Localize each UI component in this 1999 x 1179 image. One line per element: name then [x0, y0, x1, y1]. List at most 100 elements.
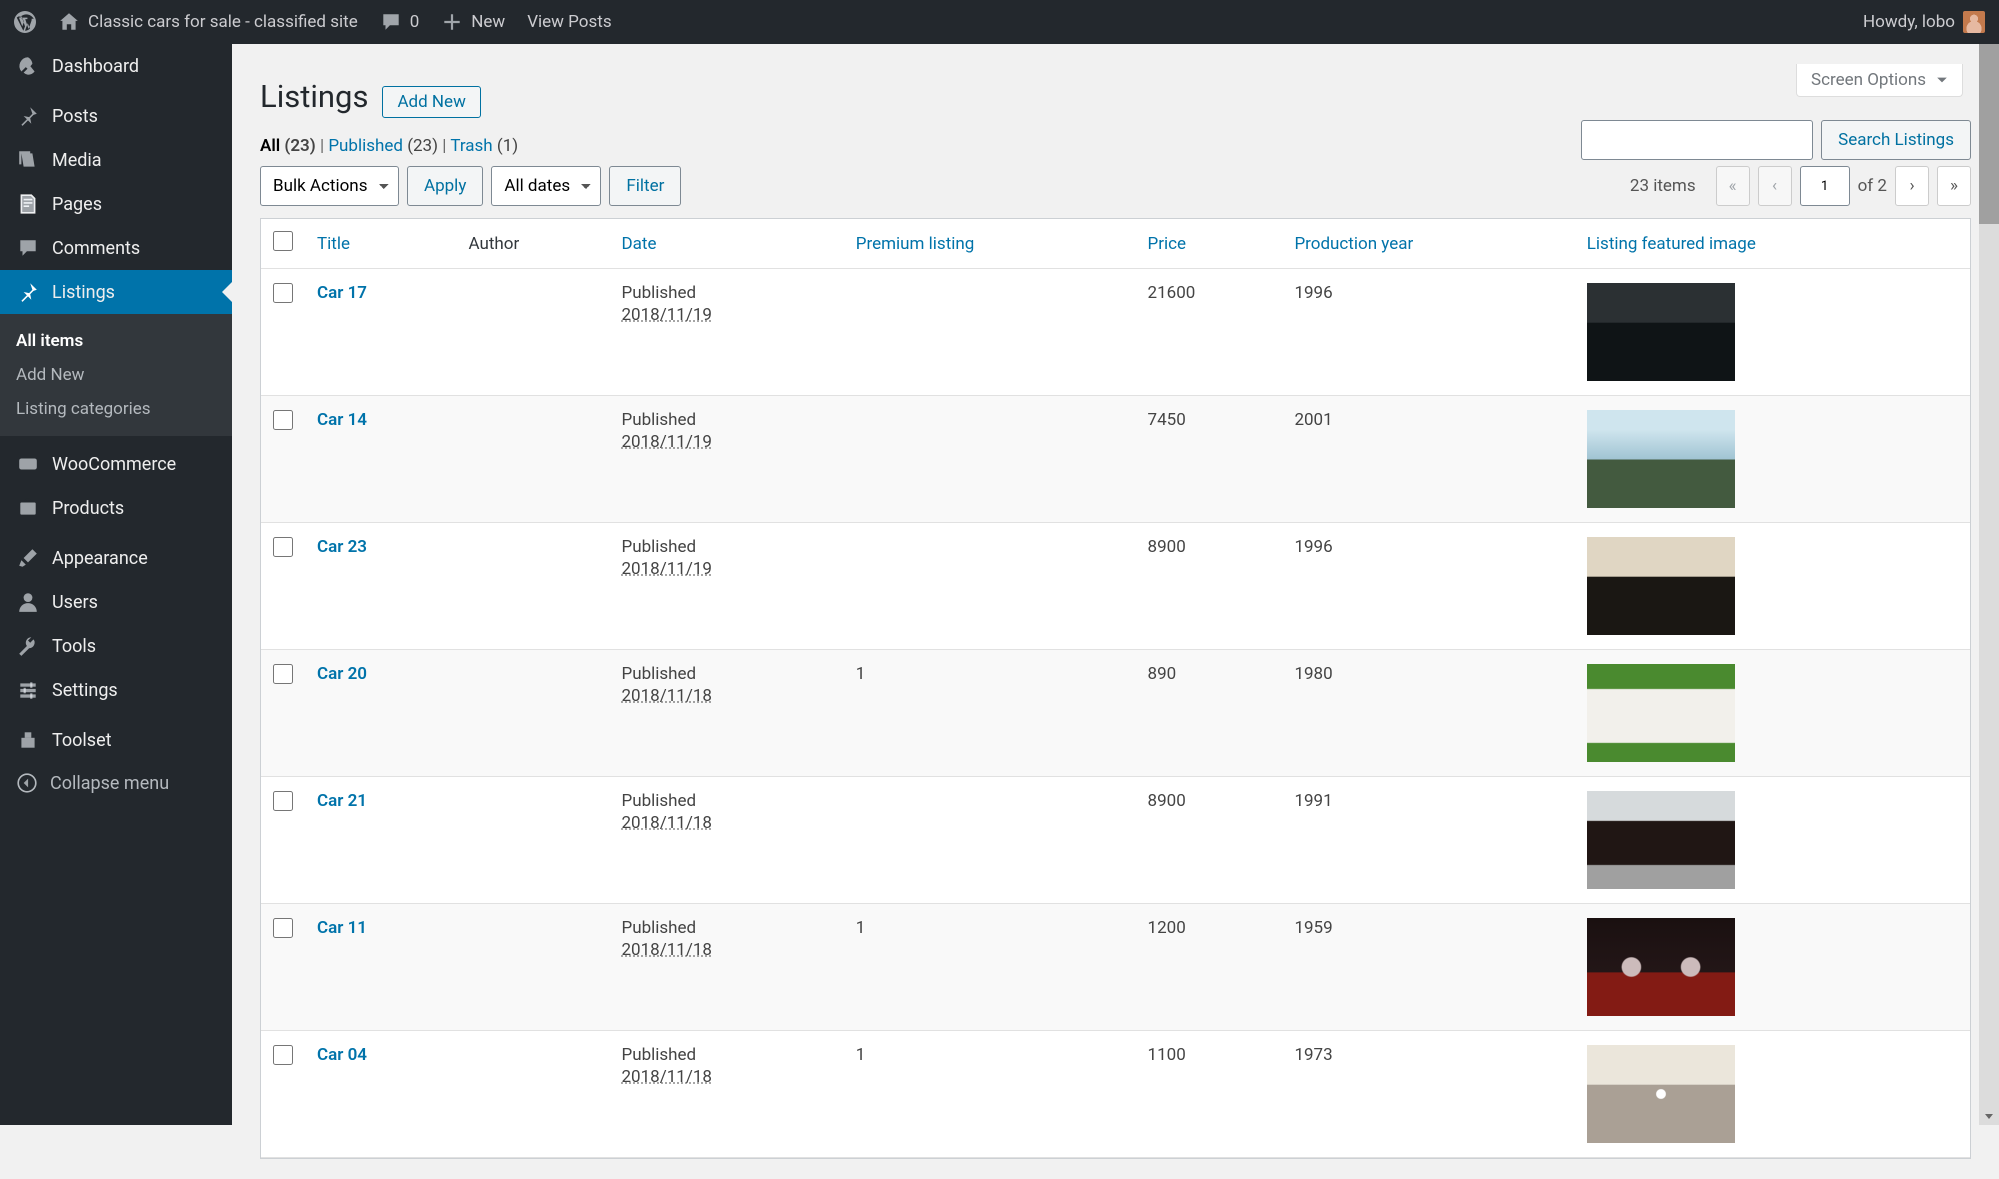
sidebar-item-dashboard[interactable]: Dashboard — [0, 44, 232, 88]
view-posts-link[interactable]: View Posts — [527, 12, 611, 32]
screen-options-toggle[interactable]: Screen Options — [1796, 64, 1963, 97]
row-checkbox[interactable] — [273, 283, 293, 303]
col-year[interactable]: Production year — [1282, 219, 1574, 269]
sidebar-item-label: Users — [52, 592, 98, 613]
filter-trash[interactable]: Trash — [450, 136, 492, 156]
col-image[interactable]: Listing featured image — [1575, 219, 1970, 269]
greeting: Howdy, lobo — [1863, 12, 1955, 32]
apply-button[interactable]: Apply — [407, 166, 483, 206]
sidebar-item-pages[interactable]: Pages — [0, 182, 232, 226]
sidebar-item-settings[interactable]: Settings — [0, 668, 232, 712]
sidebar-item-appearance[interactable]: Appearance — [0, 536, 232, 580]
dashboard-icon — [16, 54, 40, 78]
filter-published-count: (23) — [407, 136, 438, 156]
row-premium: 1 — [844, 1031, 1136, 1158]
scroll-down-icon[interactable] — [1979, 1107, 1999, 1125]
search-button[interactable]: Search Listings — [1821, 120, 1971, 160]
row-year: 1980 — [1282, 650, 1574, 777]
admin-bar: Classic cars for sale - classified site … — [0, 0, 1999, 44]
media-icon — [16, 148, 40, 172]
row-checkbox[interactable] — [273, 918, 293, 938]
scrollbar[interactable] — [1979, 44, 1999, 1125]
sidebar-item-label: Pages — [52, 194, 102, 215]
home-icon — [58, 11, 80, 33]
col-title[interactable]: Title — [305, 219, 456, 269]
row-premium: 1 — [844, 904, 1136, 1031]
date-filter-select[interactable]: All dates — [491, 166, 601, 206]
comments-link[interactable]: 0 — [380, 11, 420, 33]
bulk-actions-select[interactable]: Bulk Actions — [260, 166, 399, 206]
row-thumbnail[interactable] — [1587, 791, 1735, 889]
row-title[interactable]: Car 14 — [317, 410, 367, 430]
woo-icon — [16, 452, 40, 476]
row-title[interactable]: Car 11 — [317, 918, 367, 938]
prev-page-button[interactable]: ‹ — [1758, 166, 1792, 206]
sidebar-item-label: Listings — [52, 282, 115, 303]
search-input[interactable] — [1581, 120, 1813, 160]
caret-down-icon — [1936, 74, 1948, 86]
row-checkbox[interactable] — [273, 410, 293, 430]
row-title[interactable]: Car 23 — [317, 537, 367, 557]
row-thumbnail[interactable] — [1587, 918, 1735, 1016]
total-pages: of 2 — [1858, 176, 1887, 196]
row-date: 2018/11/19 — [622, 305, 712, 325]
select-all-checkbox[interactable] — [273, 231, 293, 251]
row-checkbox[interactable] — [273, 664, 293, 684]
add-new-button[interactable]: Add New — [382, 86, 480, 118]
account-link[interactable]: Howdy, lobo — [1863, 11, 1985, 33]
sidebar-subitem-all-items[interactable]: All items — [0, 324, 232, 358]
sidebar-item-users[interactable]: Users — [0, 580, 232, 624]
col-date[interactable]: Date — [610, 219, 844, 269]
row-price: 1100 — [1136, 1031, 1283, 1158]
filter-all-count: (23) — [284, 136, 315, 156]
sidebar-item-tools[interactable]: Tools — [0, 624, 232, 668]
filter-button[interactable]: Filter — [609, 166, 681, 206]
row-premium — [844, 269, 1136, 396]
sidebar-item-label: Media — [52, 150, 102, 171]
row-date: 2018/11/18 — [622, 686, 712, 706]
sidebar-item-woocommerce[interactable]: WooCommerce — [0, 442, 232, 486]
collapse-menu[interactable]: Collapse menu — [0, 762, 232, 804]
row-title[interactable]: Car 21 — [317, 791, 367, 811]
row-title[interactable]: Car 20 — [317, 664, 367, 684]
row-checkbox[interactable] — [273, 537, 293, 557]
sidebar-item-label: Appearance — [52, 548, 148, 569]
col-premium[interactable]: Premium listing — [844, 219, 1136, 269]
row-date: 2018/11/19 — [622, 559, 712, 579]
filter-all[interactable]: All — [260, 136, 280, 156]
row-status: Published — [622, 1045, 697, 1065]
row-thumbnail[interactable] — [1587, 410, 1735, 508]
row-title[interactable]: Car 04 — [317, 1045, 367, 1065]
last-page-button[interactable]: » — [1937, 166, 1971, 206]
row-thumbnail[interactable] — [1587, 537, 1735, 635]
sidebar-item-products[interactable]: Products — [0, 486, 232, 530]
sidebar-item-toolset[interactable]: Toolset — [0, 718, 232, 762]
row-thumbnail[interactable] — [1587, 1045, 1735, 1143]
site-link[interactable]: Classic cars for sale - classified site — [58, 11, 358, 33]
row-thumbnail[interactable] — [1587, 664, 1735, 762]
scrollbar-thumb[interactable] — [1979, 44, 1999, 224]
row-status: Published — [622, 918, 697, 938]
pagination: 23 items « ‹ of 2 › » — [1630, 166, 1971, 206]
sidebar-subitem-add-new[interactable]: Add New — [0, 358, 232, 392]
sidebar-item-comments[interactable]: Comments — [0, 226, 232, 270]
first-page-button[interactable]: « — [1716, 166, 1750, 206]
filter-published[interactable]: Published — [328, 136, 403, 156]
sidebar-item-posts[interactable]: Posts — [0, 94, 232, 138]
current-page-input[interactable] — [1800, 166, 1850, 206]
sidebar-item-media[interactable]: Media — [0, 138, 232, 182]
new-link[interactable]: New — [441, 11, 505, 33]
row-status: Published — [622, 283, 697, 303]
wp-logo[interactable] — [14, 11, 36, 33]
site-title: Classic cars for sale - classified site — [88, 12, 358, 32]
row-checkbox[interactable] — [273, 791, 293, 811]
sidebar-item-listings[interactable]: Listings — [0, 270, 232, 314]
comments-count: 0 — [410, 12, 420, 32]
next-page-button[interactable]: › — [1895, 166, 1929, 206]
sidebar-subitem-categories[interactable]: Listing categories — [0, 392, 232, 426]
row-checkbox[interactable] — [273, 1045, 293, 1065]
row-title[interactable]: Car 17 — [317, 283, 367, 303]
row-thumbnail[interactable] — [1587, 283, 1735, 381]
row-price: 8900 — [1136, 777, 1283, 904]
col-price[interactable]: Price — [1136, 219, 1283, 269]
